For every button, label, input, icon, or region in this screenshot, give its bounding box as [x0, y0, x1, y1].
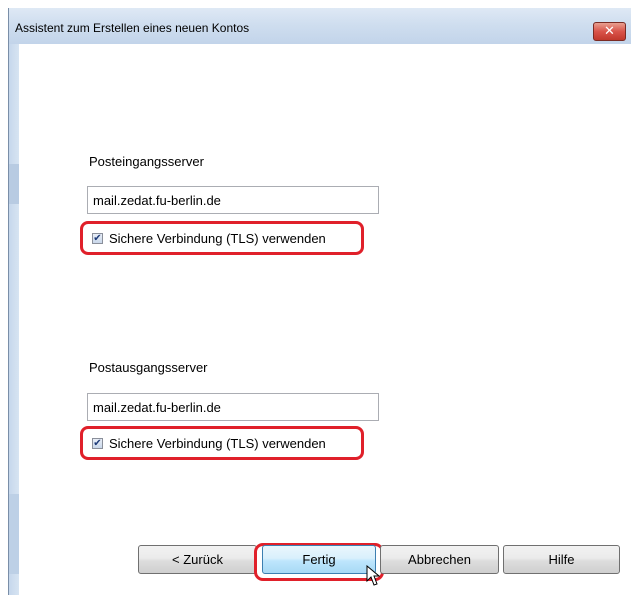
window-frame-left: [9, 44, 19, 595]
help-button[interactable]: Hilfe: [503, 545, 620, 574]
finish-button[interactable]: Fertig: [262, 545, 376, 574]
account-wizard-window: Assistent zum Erstellen eines neuen Kont…: [8, 8, 631, 595]
frame-stripe: [9, 494, 19, 574]
close-icon: ✕: [604, 23, 615, 38]
outgoing-tls-checkbox[interactable]: ✔: [92, 438, 103, 449]
wizard-content: Posteingangsserver ✔ Sichere Verbindung …: [19, 44, 631, 595]
incoming-tls-checkbox[interactable]: ✔: [92, 233, 103, 244]
window-title: Assistent zum Erstellen eines neuen Kont…: [15, 21, 250, 35]
outgoing-server-label: Postausgangsserver: [89, 360, 208, 375]
frame-stripe: [9, 164, 19, 204]
incoming-tls-label[interactable]: Sichere Verbindung (TLS) verwenden: [109, 231, 326, 246]
outgoing-server-input[interactable]: [87, 393, 379, 421]
title-bar: Assistent zum Erstellen eines neuen Kont…: [9, 8, 631, 44]
mouse-cursor-icon: [366, 565, 380, 586]
outgoing-tls-highlight: ✔ Sichere Verbindung (TLS) verwenden: [80, 426, 364, 460]
cancel-button[interactable]: Abbrechen: [380, 545, 499, 574]
outgoing-tls-label[interactable]: Sichere Verbindung (TLS) verwenden: [109, 436, 326, 451]
incoming-server-label: Posteingangsserver: [89, 154, 204, 169]
incoming-tls-highlight: ✔ Sichere Verbindung (TLS) verwenden: [80, 221, 364, 255]
back-button[interactable]: < Zurück: [138, 545, 257, 574]
incoming-server-input[interactable]: [87, 186, 379, 214]
close-button[interactable]: ✕: [593, 22, 626, 41]
